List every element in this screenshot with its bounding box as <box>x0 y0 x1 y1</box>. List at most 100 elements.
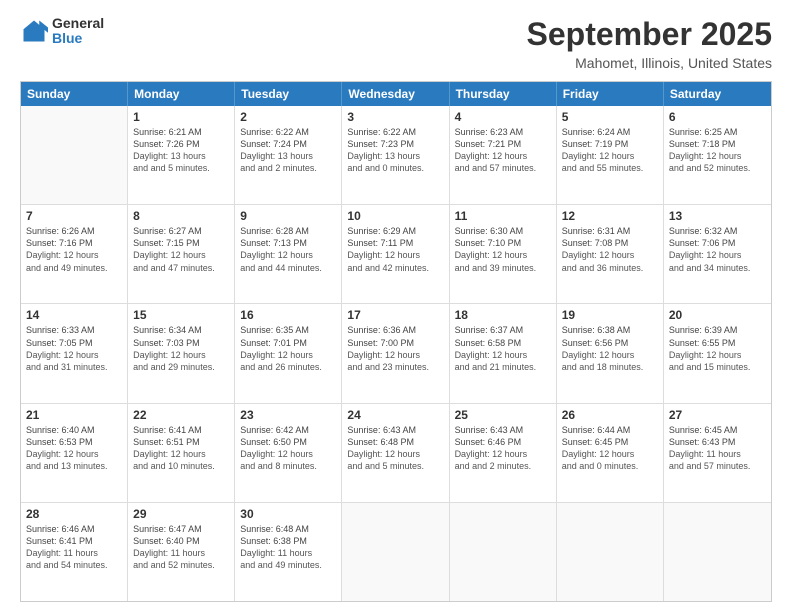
sunset-text: Sunset: 7:23 PM <box>347 138 443 150</box>
sunset-text: Sunset: 7:21 PM <box>455 138 551 150</box>
day-number: 21 <box>26 408 122 422</box>
sunset-text: Sunset: 6:41 PM <box>26 535 122 547</box>
daylight-text-1: Daylight: 11 hours <box>669 448 766 460</box>
daylight-text-2: and and 26 minutes. <box>240 361 336 373</box>
cal-cell: 11Sunrise: 6:30 AMSunset: 7:10 PMDayligh… <box>450 205 557 303</box>
sunset-text: Sunset: 6:46 PM <box>455 436 551 448</box>
daylight-text-2: and and 10 minutes. <box>133 460 229 472</box>
daylight-text-2: and and 44 minutes. <box>240 262 336 274</box>
daylight-text-1: Daylight: 12 hours <box>26 349 122 361</box>
daylight-text-1: Daylight: 12 hours <box>455 448 551 460</box>
calendar-body: 1Sunrise: 6:21 AMSunset: 7:26 PMDaylight… <box>21 106 771 601</box>
daylight-text-1: Daylight: 11 hours <box>133 547 229 559</box>
day-number: 18 <box>455 308 551 322</box>
daylight-text-1: Daylight: 12 hours <box>669 150 766 162</box>
cal-cell: 14Sunrise: 6:33 AMSunset: 7:05 PMDayligh… <box>21 304 128 402</box>
sunset-text: Sunset: 7:11 PM <box>347 237 443 249</box>
sunset-text: Sunset: 7:05 PM <box>26 337 122 349</box>
sunset-text: Sunset: 7:01 PM <box>240 337 336 349</box>
daylight-text-2: and and 31 minutes. <box>26 361 122 373</box>
calendar: SundayMondayTuesdayWednesdayThursdayFrid… <box>20 81 772 602</box>
daylight-text-1: Daylight: 12 hours <box>347 249 443 261</box>
cal-cell: 28Sunrise: 6:46 AMSunset: 6:41 PMDayligh… <box>21 503 128 601</box>
cal-cell: 2Sunrise: 6:22 AMSunset: 7:24 PMDaylight… <box>235 106 342 204</box>
calendar-header: SundayMondayTuesdayWednesdayThursdayFrid… <box>21 82 771 106</box>
sunset-text: Sunset: 6:43 PM <box>669 436 766 448</box>
daylight-text-2: and and 2 minutes. <box>240 162 336 174</box>
day-number: 29 <box>133 507 229 521</box>
cal-row-4: 28Sunrise: 6:46 AMSunset: 6:41 PMDayligh… <box>21 503 771 601</box>
sunrise-text: Sunrise: 6:26 AM <box>26 225 122 237</box>
daylight-text-2: and and 2 minutes. <box>455 460 551 472</box>
cal-cell: 15Sunrise: 6:34 AMSunset: 7:03 PMDayligh… <box>128 304 235 402</box>
cal-cell: 20Sunrise: 6:39 AMSunset: 6:55 PMDayligh… <box>664 304 771 402</box>
sunrise-text: Sunrise: 6:36 AM <box>347 324 443 336</box>
daylight-text-1: Daylight: 12 hours <box>240 249 336 261</box>
daylight-text-1: Daylight: 12 hours <box>26 249 122 261</box>
daylight-text-1: Daylight: 12 hours <box>240 448 336 460</box>
daylight-text-1: Daylight: 13 hours <box>133 150 229 162</box>
sunrise-text: Sunrise: 6:24 AM <box>562 126 658 138</box>
location: Mahomet, Illinois, United States <box>527 55 772 71</box>
cal-cell: 26Sunrise: 6:44 AMSunset: 6:45 PMDayligh… <box>557 404 664 502</box>
daylight-text-2: and and 42 minutes. <box>347 262 443 274</box>
daylight-text-2: and and 55 minutes. <box>562 162 658 174</box>
sunrise-text: Sunrise: 6:35 AM <box>240 324 336 336</box>
sunrise-text: Sunrise: 6:42 AM <box>240 424 336 436</box>
cal-cell: 3Sunrise: 6:22 AMSunset: 7:23 PMDaylight… <box>342 106 449 204</box>
day-number: 11 <box>455 209 551 223</box>
cal-cell: 18Sunrise: 6:37 AMSunset: 6:58 PMDayligh… <box>450 304 557 402</box>
cal-cell: 16Sunrise: 6:35 AMSunset: 7:01 PMDayligh… <box>235 304 342 402</box>
sunrise-text: Sunrise: 6:30 AM <box>455 225 551 237</box>
daylight-text-1: Daylight: 12 hours <box>455 249 551 261</box>
day-number: 28 <box>26 507 122 521</box>
cal-cell <box>21 106 128 204</box>
day-number: 30 <box>240 507 336 521</box>
sunrise-text: Sunrise: 6:38 AM <box>562 324 658 336</box>
day-number: 25 <box>455 408 551 422</box>
day-number: 15 <box>133 308 229 322</box>
day-number: 27 <box>669 408 766 422</box>
cal-cell: 13Sunrise: 6:32 AMSunset: 7:06 PMDayligh… <box>664 205 771 303</box>
day-number: 2 <box>240 110 336 124</box>
weekday-header-sunday: Sunday <box>21 82 128 106</box>
sunset-text: Sunset: 6:51 PM <box>133 436 229 448</box>
cal-cell: 7Sunrise: 6:26 AMSunset: 7:16 PMDaylight… <box>21 205 128 303</box>
daylight-text-1: Daylight: 12 hours <box>669 349 766 361</box>
sunset-text: Sunset: 7:03 PM <box>133 337 229 349</box>
sunrise-text: Sunrise: 6:23 AM <box>455 126 551 138</box>
sunset-text: Sunset: 7:19 PM <box>562 138 658 150</box>
sunrise-text: Sunrise: 6:33 AM <box>26 324 122 336</box>
daylight-text-2: and and 57 minutes. <box>669 460 766 472</box>
daylight-text-1: Daylight: 12 hours <box>347 349 443 361</box>
sunrise-text: Sunrise: 6:43 AM <box>455 424 551 436</box>
daylight-text-1: Daylight: 12 hours <box>240 349 336 361</box>
daylight-text-2: and and 39 minutes. <box>455 262 551 274</box>
sunset-text: Sunset: 7:08 PM <box>562 237 658 249</box>
sunset-text: Sunset: 7:24 PM <box>240 138 336 150</box>
cal-cell: 23Sunrise: 6:42 AMSunset: 6:50 PMDayligh… <box>235 404 342 502</box>
sunset-text: Sunset: 6:45 PM <box>562 436 658 448</box>
weekday-header-saturday: Saturday <box>664 82 771 106</box>
weekday-header-monday: Monday <box>128 82 235 106</box>
sunrise-text: Sunrise: 6:47 AM <box>133 523 229 535</box>
daylight-text-2: and and 21 minutes. <box>455 361 551 373</box>
daylight-text-1: Daylight: 12 hours <box>562 349 658 361</box>
sunrise-text: Sunrise: 6:22 AM <box>347 126 443 138</box>
header: General Blue September 2025 Mahomet, Ill… <box>20 16 772 71</box>
day-number: 26 <box>562 408 658 422</box>
weekday-header-thursday: Thursday <box>450 82 557 106</box>
sunrise-text: Sunrise: 6:27 AM <box>133 225 229 237</box>
daylight-text-2: and and 13 minutes. <box>26 460 122 472</box>
day-number: 8 <box>133 209 229 223</box>
logo-general-text: General <box>52 16 104 31</box>
daylight-text-1: Daylight: 12 hours <box>133 249 229 261</box>
cal-cell: 6Sunrise: 6:25 AMSunset: 7:18 PMDaylight… <box>664 106 771 204</box>
page: General Blue September 2025 Mahomet, Ill… <box>0 0 792 612</box>
sunrise-text: Sunrise: 6:48 AM <box>240 523 336 535</box>
day-number: 1 <box>133 110 229 124</box>
sunset-text: Sunset: 7:16 PM <box>26 237 122 249</box>
month-title: September 2025 <box>527 16 772 53</box>
sunrise-text: Sunrise: 6:34 AM <box>133 324 229 336</box>
daylight-text-1: Daylight: 12 hours <box>455 150 551 162</box>
